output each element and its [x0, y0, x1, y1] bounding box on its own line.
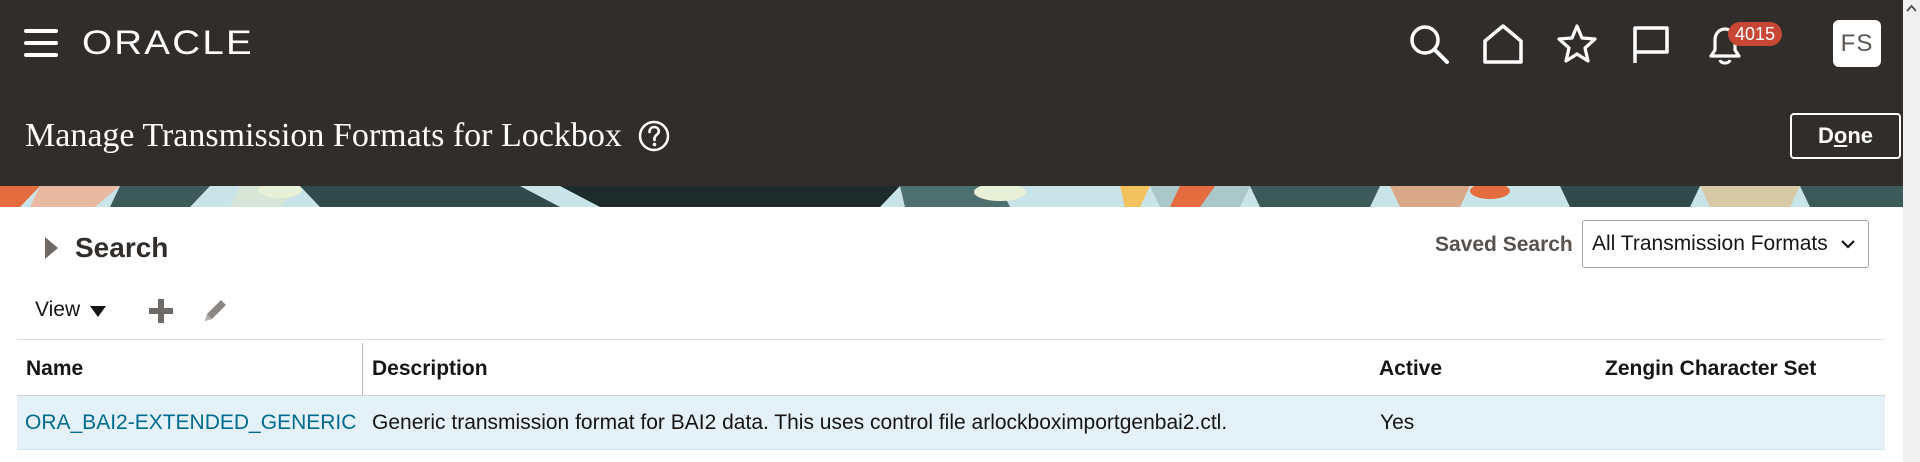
global-header: ORACLE 4015 FS Manage Transmission Forma… — [0, 0, 1903, 186]
row-active: Yes — [1380, 411, 1415, 434]
add-icon[interactable] — [146, 296, 176, 326]
done-button-label: Done — [1817, 123, 1874, 148]
column-divider[interactable] — [362, 343, 363, 395]
hamburger-icon[interactable] — [24, 29, 58, 57]
page-title: Manage Transmission Formats for Lockbox — [25, 117, 622, 154]
saved-search-select[interactable]: All Transmission Formats — [1582, 220, 1869, 268]
table-row[interactable]: ORA_BAI2-EXTENDED_GENERIC Generic transm… — [17, 396, 1885, 450]
column-header-active[interactable]: Active — [1379, 340, 1442, 395]
saved-search-value: All Transmission Formats — [1592, 232, 1828, 255]
notifications-badge[interactable]: 4015 — [1728, 22, 1782, 46]
help-icon[interactable] — [638, 120, 670, 152]
column-header-zengin[interactable]: Zengin Character Set — [1605, 340, 1816, 395]
scroll-up-arrow-icon[interactable] — [1903, 0, 1920, 17]
star-icon[interactable] — [1555, 22, 1599, 66]
expand-triangle-icon — [45, 237, 58, 259]
transmission-formats-table: Name Description Active Zengin Character… — [17, 339, 1885, 450]
oracle-logo[interactable]: ORACLE — [82, 24, 258, 62]
decorative-banner — [0, 186, 1903, 207]
table-header: Name Description Active Zengin Character… — [17, 339, 1885, 396]
search-disclosure[interactable]: Search — [45, 232, 168, 264]
search-icon[interactable] — [1407, 22, 1451, 66]
search-heading: Search — [75, 232, 169, 263]
done-button[interactable]: Done — [1790, 113, 1901, 159]
column-header-description[interactable]: Description — [372, 340, 488, 395]
user-avatar[interactable]: FS — [1833, 20, 1881, 67]
column-header-name[interactable]: Name — [26, 340, 83, 395]
done-mnemonic: o — [1833, 123, 1848, 148]
vertical-scrollbar[interactable] — [1903, 0, 1920, 462]
oracle-logo-text: ORACLE — [82, 24, 254, 62]
flag-icon[interactable] — [1629, 22, 1673, 66]
edit-pencil-icon[interactable] — [200, 296, 230, 326]
row-name-link[interactable]: ORA_BAI2-EXTENDED_GENERIC — [25, 396, 356, 449]
chevron-down-icon — [1841, 240, 1855, 249]
caret-down-icon — [90, 305, 107, 317]
page: ORACLE 4015 FS Manage Transmission Forma… — [0, 0, 1903, 462]
row-description: Generic transmission format for BAI2 dat… — [372, 411, 1228, 434]
saved-search-label: Saved Search — [1435, 233, 1573, 256]
view-menu[interactable]: View — [35, 295, 107, 325]
home-icon[interactable] — [1481, 22, 1525, 66]
view-menu-label: View — [35, 298, 81, 321]
